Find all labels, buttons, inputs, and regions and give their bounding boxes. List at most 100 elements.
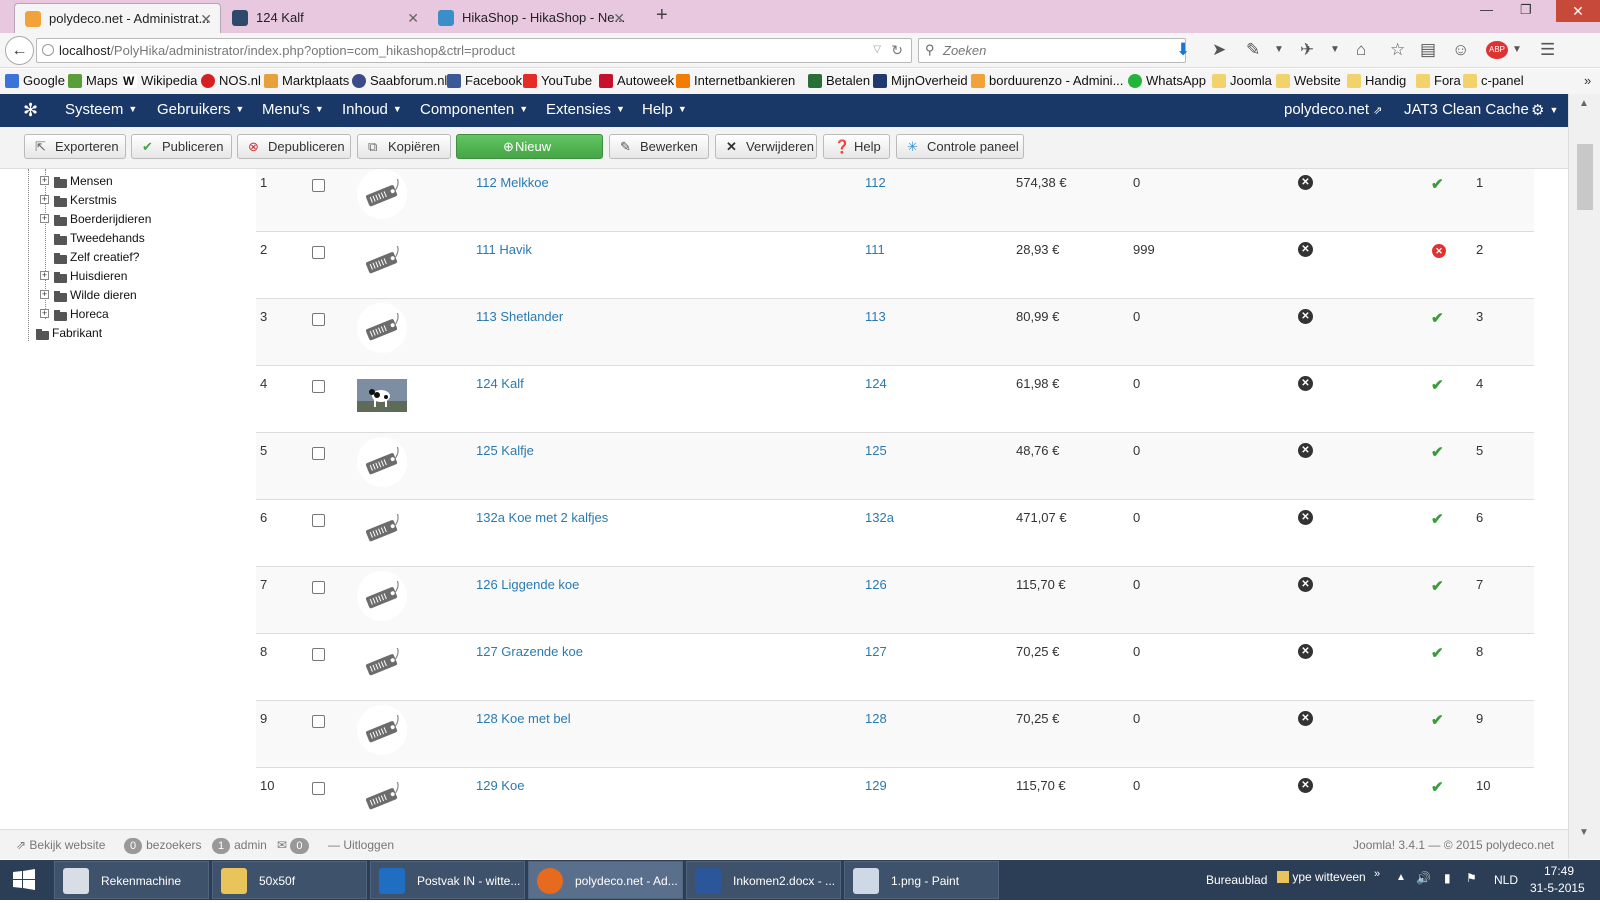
unpublished-icon[interactable]: ✕: [1432, 244, 1446, 258]
published-check-icon[interactable]: ✔: [1431, 443, 1444, 461]
tree-node-wilde-dieren[interactable]: + Wilde dieren: [40, 288, 137, 302]
desktop-toolbar[interactable]: Bureaublad: [1206, 873, 1267, 887]
table-row[interactable]: 5 125 Kalfje 125 48,76 € 0 ✕ ✔ 5: [256, 433, 1534, 500]
menu-componenten[interactable]: Componenten ▼: [420, 101, 528, 118]
bookmark-folder-handig[interactable]: Handig: [1347, 73, 1406, 88]
settings-menu[interactable]: ⚙ ▼: [1531, 101, 1558, 119]
tree-node-huisdieren[interactable]: + Huisdieren: [40, 269, 127, 283]
tree-node-boerderijdieren[interactable]: + Boerderijdieren: [40, 212, 151, 226]
table-row[interactable]: 1 112 Melkkoe 112 574,38 € 0 ✕ ✔ 1: [256, 169, 1534, 232]
product-name-link[interactable]: 111 Havik: [476, 242, 532, 257]
new-button[interactable]: ⊕ Nieuw: [456, 134, 603, 159]
product-name-link[interactable]: 124 Kalf: [476, 376, 524, 391]
bookmark-borduurenzo[interactable]: borduurenzo - Admini...: [971, 73, 1123, 88]
menu-inhoud[interactable]: Inhoud ▼: [342, 101, 402, 118]
tree-node-fabrikant[interactable]: Fabrikant: [22, 326, 102, 340]
menu-gebruikers[interactable]: Gebruikers ▼: [157, 101, 244, 118]
extension-dropdown-icon[interactable]: ▼: [1330, 41, 1340, 59]
row-checkbox[interactable]: [312, 648, 325, 661]
product-name-link[interactable]: 126 Liggende koe: [476, 577, 579, 592]
clock-time[interactable]: 17:49: [1544, 864, 1574, 878]
table-row[interactable]: 3 113 Shetlander 113 80,99 € 0 ✕ ✔ 3: [256, 299, 1534, 366]
bookmark-youtube[interactable]: YouTube: [523, 73, 592, 88]
user-toolbar[interactable]: ype witteveen: [1277, 870, 1366, 884]
reload-icon[interactable]: ↻: [891, 42, 903, 59]
product-name-link[interactable]: 113 Shetlander: [476, 309, 563, 324]
expand-icon[interactable]: +: [40, 195, 49, 204]
help-button[interactable]: ❓ Help: [823, 134, 890, 159]
unpublish-button[interactable]: ⊗ Depubliceren: [237, 134, 351, 159]
product-code-link[interactable]: 127: [865, 644, 887, 659]
close-tab-icon[interactable]: ✕: [407, 3, 419, 33]
menu-icon[interactable]: ☰: [1540, 41, 1555, 59]
more-bookmarks-icon[interactable]: »: [1584, 73, 1591, 88]
published-check-icon[interactable]: ✔: [1431, 577, 1444, 595]
start-button[interactable]: [0, 860, 48, 900]
product-name-link[interactable]: 125 Kalfje: [476, 443, 534, 458]
row-checkbox[interactable]: [312, 581, 325, 594]
expand-icon[interactable]: +: [40, 214, 49, 223]
site-link[interactable]: polydeco.net ⇗: [1284, 101, 1382, 118]
product-name-link[interactable]: 129 Koe: [476, 778, 524, 793]
site-info-icon[interactable]: [42, 44, 54, 56]
vertical-scrollbar[interactable]: ▲ ▼: [1568, 94, 1600, 859]
bookmark-star-icon[interactable]: ☆: [1390, 41, 1405, 59]
menu-systeem[interactable]: Systeem ▼: [65, 101, 137, 118]
product-name-link[interactable]: 127 Grazende koe: [476, 644, 583, 659]
row-checkbox[interactable]: [312, 782, 325, 795]
bookmark-facebook[interactable]: Facebook: [447, 73, 522, 88]
tree-node-mensen[interactable]: + Mensen: [40, 174, 113, 188]
product-name-link[interactable]: 112 Melkkoe: [476, 175, 549, 190]
taskbar-paint[interactable]: 1.png - Paint: [844, 861, 999, 899]
taskbar-firefox[interactable]: polydeco.net - Ad...: [528, 861, 683, 899]
back-button[interactable]: ←: [5, 36, 34, 65]
row-checkbox[interactable]: [312, 179, 325, 192]
menu-help[interactable]: Help ▼: [642, 101, 687, 118]
bookmark-betalen[interactable]: Betalen: [808, 73, 870, 88]
browser-tab-hikashop[interactable]: HikaShop - HikaShop - Ne... ✕: [428, 3, 633, 33]
product-name-link[interactable]: 132a Koe met 2 kalfjes: [476, 510, 608, 525]
expand-icon[interactable]: +: [40, 309, 49, 318]
published-check-icon[interactable]: ✔: [1431, 376, 1444, 394]
browser-tab-admin[interactable]: polydeco.net - Administrat... ✕: [14, 3, 221, 33]
bookmark-folder-cpanel[interactable]: c-panel: [1463, 73, 1524, 88]
taskbar-outlook[interactable]: Postvak IN - witte...: [370, 861, 525, 899]
scroll-down-icon[interactable]: ▼: [1579, 827, 1589, 838]
published-check-icon[interactable]: ✔: [1431, 175, 1444, 193]
tools-icon[interactable]: ✎: [1246, 41, 1260, 59]
joomla-logo-icon[interactable]: ✻: [23, 100, 38, 121]
close-tab-icon[interactable]: ✕: [200, 4, 212, 33]
product-code-link[interactable]: 124: [865, 376, 887, 391]
table-row[interactable]: 7 126 Liggende koe 126 115,70 € 0 ✕ ✔ 7: [256, 567, 1534, 634]
close-window-button[interactable]: ✕: [1556, 0, 1600, 22]
bookmark-folder-joomla[interactable]: Joomla: [1212, 73, 1272, 88]
bookmark-folder-fora[interactable]: Fora: [1416, 73, 1461, 88]
minimize-window-button[interactable]: —: [1480, 2, 1493, 17]
table-row[interactable]: 9 128 Koe met bel 128 70,25 € 0 ✕ ✔ 9: [256, 701, 1534, 768]
bookmark-wikipedia[interactable]: W Wikipedia: [123, 73, 197, 88]
product-code-link[interactable]: 111: [865, 242, 885, 257]
more-toolbars-icon[interactable]: »: [1374, 868, 1380, 880]
home-icon[interactable]: ⌂: [1356, 41, 1366, 59]
product-code-link[interactable]: 132a: [865, 510, 894, 525]
send-icon[interactable]: ➤: [1212, 41, 1226, 59]
status-x-icon[interactable]: ✕: [1298, 778, 1313, 793]
logout-link[interactable]: — Uitloggen: [328, 838, 394, 852]
row-checkbox[interactable]: [312, 246, 325, 259]
volume-icon[interactable]: 🔊: [1416, 871, 1431, 885]
reading-list-icon[interactable]: ▤: [1420, 41, 1436, 59]
adblock-dropdown-icon[interactable]: ▼: [1512, 41, 1522, 59]
export-button[interactable]: ⇱ Exporteren: [24, 134, 126, 159]
tree-node-kerstmis[interactable]: + Kerstmis: [40, 193, 117, 207]
status-x-icon[interactable]: ✕: [1298, 711, 1313, 726]
product-code-link[interactable]: 112: [865, 175, 886, 190]
published-check-icon[interactable]: ✔: [1431, 644, 1444, 662]
tree-node-zelf-creatief[interactable]: Zelf creatief?: [40, 250, 139, 264]
scrollbar-thumb[interactable]: [1577, 144, 1593, 210]
status-x-icon[interactable]: ✕: [1298, 577, 1313, 592]
bookmark-folder-website[interactable]: Website: [1276, 73, 1341, 88]
clock-date[interactable]: 31-5-2015: [1530, 881, 1585, 895]
show-hidden-icons[interactable]: ▲: [1396, 872, 1406, 883]
adblock-icon[interactable]: ABP: [1486, 41, 1508, 59]
product-name-link[interactable]: 128 Koe met bel: [476, 711, 571, 726]
